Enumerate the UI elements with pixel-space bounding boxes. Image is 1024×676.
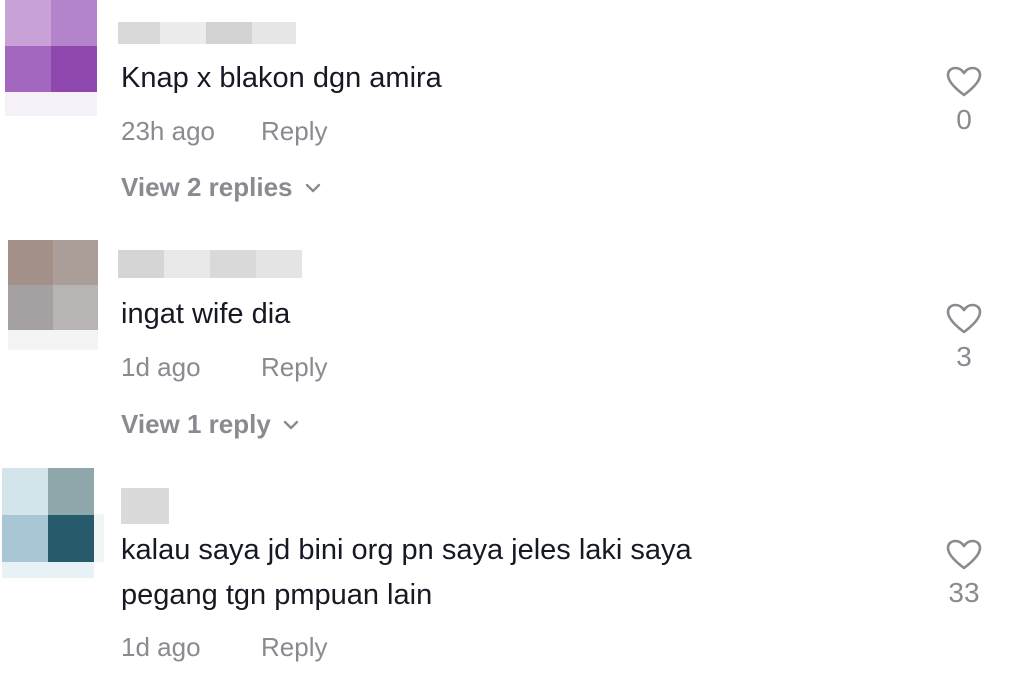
comment-text: Knap x blakon dgn amira (121, 62, 442, 94)
username-redacted[interactable] (118, 250, 304, 278)
heart-outline-icon (946, 539, 982, 570)
chevron-down-icon (305, 183, 320, 192)
comment-meta: 1d ago Reply (121, 632, 327, 663)
like-count: 3 (956, 341, 972, 372)
comment-timestamp: 23h ago (121, 116, 215, 146)
view-replies-label: View 1 reply (121, 409, 271, 439)
chevron-down-icon (283, 420, 299, 429)
comment-text: ingat wife dia (121, 298, 291, 330)
reply-button[interactable]: Reply (261, 352, 327, 383)
heart-outline-icon (946, 66, 982, 97)
reply-button[interactable]: Reply (261, 116, 327, 147)
reply-button[interactable]: Reply (261, 632, 327, 663)
like-count: 0 (956, 104, 972, 135)
comment-text: pegang tgn pmpuan lain (121, 579, 433, 611)
username-redacted[interactable] (121, 488, 169, 524)
username-redacted[interactable] (118, 22, 298, 44)
view-replies-button[interactable]: View 1 reply (121, 409, 299, 440)
like-count: 33 (948, 577, 980, 608)
like-button[interactable]: 3 (930, 303, 998, 373)
comment-meta: 1d ago Reply (121, 352, 327, 383)
like-button[interactable]: 33 (930, 539, 998, 609)
avatar[interactable] (2, 468, 94, 562)
heart-outline-icon (946, 303, 982, 334)
comment-text: kalau saya jd bini org pn saya jeles lak… (121, 534, 692, 566)
avatar[interactable] (5, 0, 97, 92)
view-replies-label: View 2 replies (121, 172, 293, 202)
comment-timestamp: 1d ago (121, 632, 201, 662)
avatar[interactable] (8, 240, 98, 330)
like-button[interactable]: 0 (930, 66, 998, 136)
comment-meta: 23h ago Reply (121, 116, 327, 147)
view-replies-button[interactable]: View 2 replies (121, 172, 321, 203)
comment-timestamp: 1d ago (121, 352, 201, 382)
